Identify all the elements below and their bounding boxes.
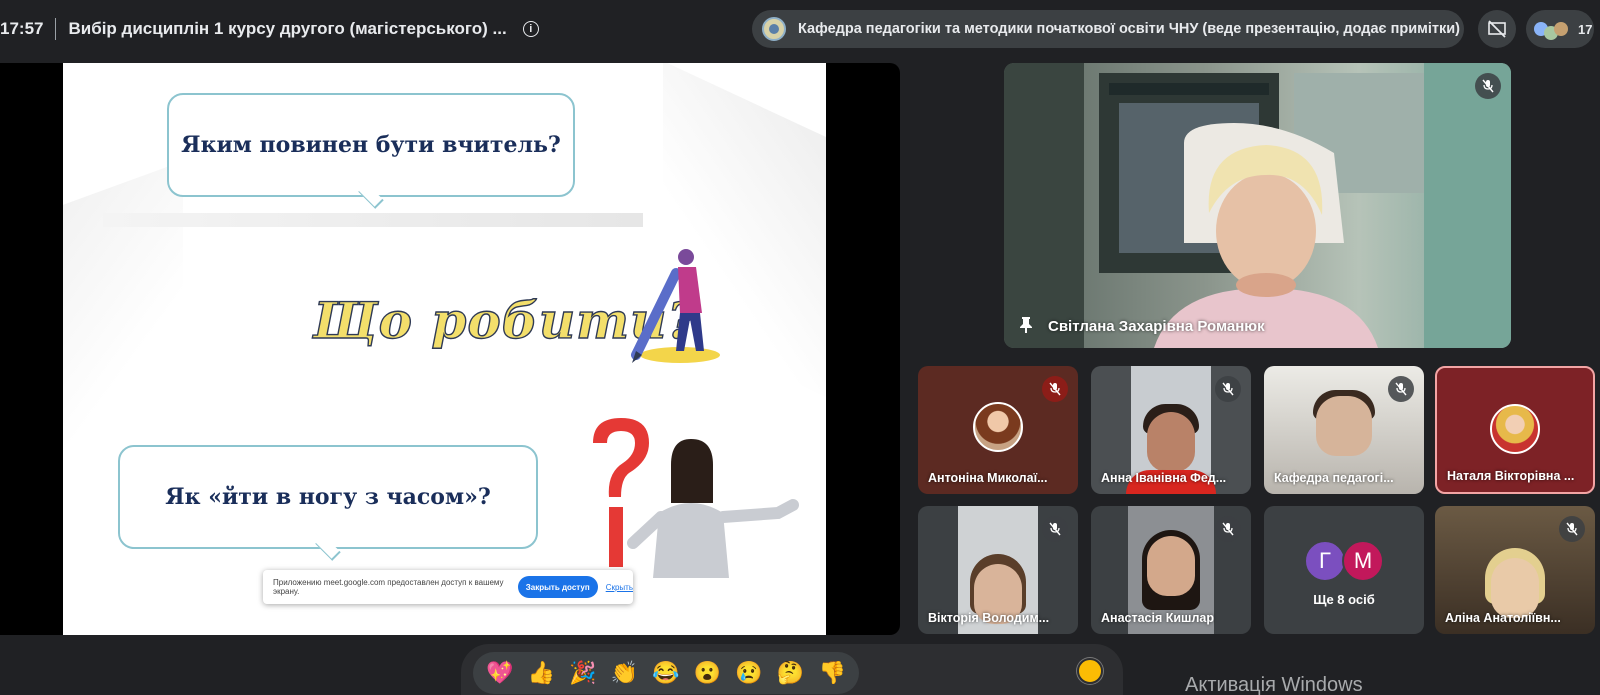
meeting-title: Вибір дисциплін 1 курсу другого (магісте… [68, 19, 507, 38]
hide-presentation-button[interactable] [1478, 10, 1516, 48]
participant-tile[interactable]: Кафедра педагогі... [1264, 366, 1424, 494]
pin-icon[interactable] [1018, 316, 1034, 334]
sparkling-heart-reaction-icon[interactable]: 💖 [483, 662, 517, 684]
participant-name: Наталя Вікторівна ... [1447, 469, 1575, 483]
participant-tile[interactable]: Аліна Анатоліївн... [1435, 506, 1595, 634]
video-frame [1147, 412, 1195, 472]
party-popper-reaction-icon[interactable]: 🎉 [566, 662, 600, 684]
screen-share-notice-text: Приложению meet.google.com предоставлен … [273, 578, 504, 596]
windows-activation-watermark: Активація Windows [1185, 674, 1363, 695]
shared-screen: Яким повинен бути вчитель? Що робити? Як… [0, 63, 900, 635]
info-icon[interactable]: i [522, 21, 539, 37]
participant-name: Аліна Анатоліївн... [1445, 611, 1561, 625]
thumbs-up-reaction-icon[interactable]: 👍 [524, 662, 558, 684]
presentation-slide: Яким повинен бути вчитель? Що робити? Як… [63, 63, 826, 635]
others-avatars: Г М [1264, 540, 1424, 582]
video-frame [1147, 536, 1195, 596]
participant-name: Вікторія Володим... [928, 611, 1050, 625]
meet-window: 17:57 Вибір дисциплін 1 курсу другого (м… [0, 0, 1600, 695]
avatar: М [1342, 540, 1384, 582]
mic-off-icon [1475, 73, 1501, 99]
participant-count: 17 [1578, 21, 1593, 37]
screen-share-notice: Приложению meet.google.com предоставлен … [263, 570, 633, 604]
video-frame [1316, 396, 1372, 456]
participant-tile-active-speaker[interactable]: Наталя Вікторівна ... [1435, 366, 1595, 494]
question-bubble-1: Яким повинен бути вчитель? [167, 93, 575, 197]
participant-tile[interactable]: Анастасія Кишлар [1091, 506, 1251, 634]
presenter-chip[interactable]: Кафедра педагогіки та методики початково… [752, 10, 1464, 48]
participant-name: Анастасія Кишлар [1101, 611, 1215, 625]
mic-off-icon [1042, 376, 1068, 402]
thinking-face-reaction-icon[interactable]: 🤔 [774, 662, 808, 684]
speaker-name: Світлана Захарівна Романюк [1048, 318, 1265, 335]
department-logo-icon [762, 17, 786, 41]
woman-with-question-mark-illustration-icon [593, 418, 799, 578]
avatar [1490, 404, 1540, 454]
speaker-tile[interactable]: Світлана Захарівна Романюк [1004, 63, 1511, 348]
participant-tile[interactable]: Вікторія Володим... [918, 506, 1078, 634]
mic-off-icon [1042, 516, 1068, 542]
speaker-video-frame [1004, 63, 1511, 348]
mic-off-icon [1559, 516, 1585, 542]
stop-sharing-button[interactable]: Закрыть доступ [517, 576, 598, 598]
question-bubble-2: Як «йти в ногу з часом»? [118, 445, 538, 549]
avatar [973, 402, 1023, 452]
participant-name: Анна Іванівна Фед... [1101, 471, 1227, 485]
video-frame [1491, 558, 1539, 618]
presenter-label: Кафедра педагогіки та методики початково… [798, 21, 1460, 37]
mic-off-icon [1388, 376, 1414, 402]
others-count-label: Ще 8 осіб [1313, 592, 1375, 607]
meeting-clock: 17:57 [0, 19, 44, 38]
clapping-hands-reaction-icon[interactable]: 👏 [607, 662, 641, 684]
participant-tile[interactable]: Анна Іванівна Фед... [1091, 366, 1251, 494]
participant-name: Кафедра педагогі... [1274, 471, 1394, 485]
mic-off-icon [1215, 376, 1241, 402]
avatar: Г [1304, 540, 1346, 582]
no-presentation-icon [1488, 20, 1506, 38]
thumbs-down-reaction-icon[interactable]: 👎 [815, 662, 849, 684]
avatar [1554, 22, 1568, 36]
tears-of-joy-reaction-icon[interactable]: 😂 [649, 662, 683, 684]
mic-off-icon [1215, 516, 1241, 542]
reactions-panel: 💖 👍 🎉 👏 😂 😮 😢 🤔 👎 [461, 644, 1123, 695]
emoji-reaction-bar: 💖 👍 🎉 👏 😂 😮 😢 🤔 👎 [473, 652, 859, 694]
participant-name: Антоніна Миколаї... [928, 471, 1048, 485]
participant-tile[interactable]: Антоніна Миколаї... [918, 366, 1078, 494]
participants-button[interactable]: 17 [1526, 10, 1594, 48]
crying-face-reaction-icon[interactable]: 😢 [732, 662, 766, 684]
skin-tone-selector-button[interactable] [1077, 658, 1103, 684]
hide-notice-link[interactable]: Скрыть [606, 583, 633, 592]
divider [55, 18, 57, 40]
slide-decoration [103, 213, 643, 227]
person-with-pencil-illustration-icon [631, 249, 720, 363]
more-participants-tile[interactable]: Г М Ще 8 осіб [1264, 506, 1424, 634]
surprised-face-reaction-icon[interactable]: 😮 [691, 662, 725, 684]
